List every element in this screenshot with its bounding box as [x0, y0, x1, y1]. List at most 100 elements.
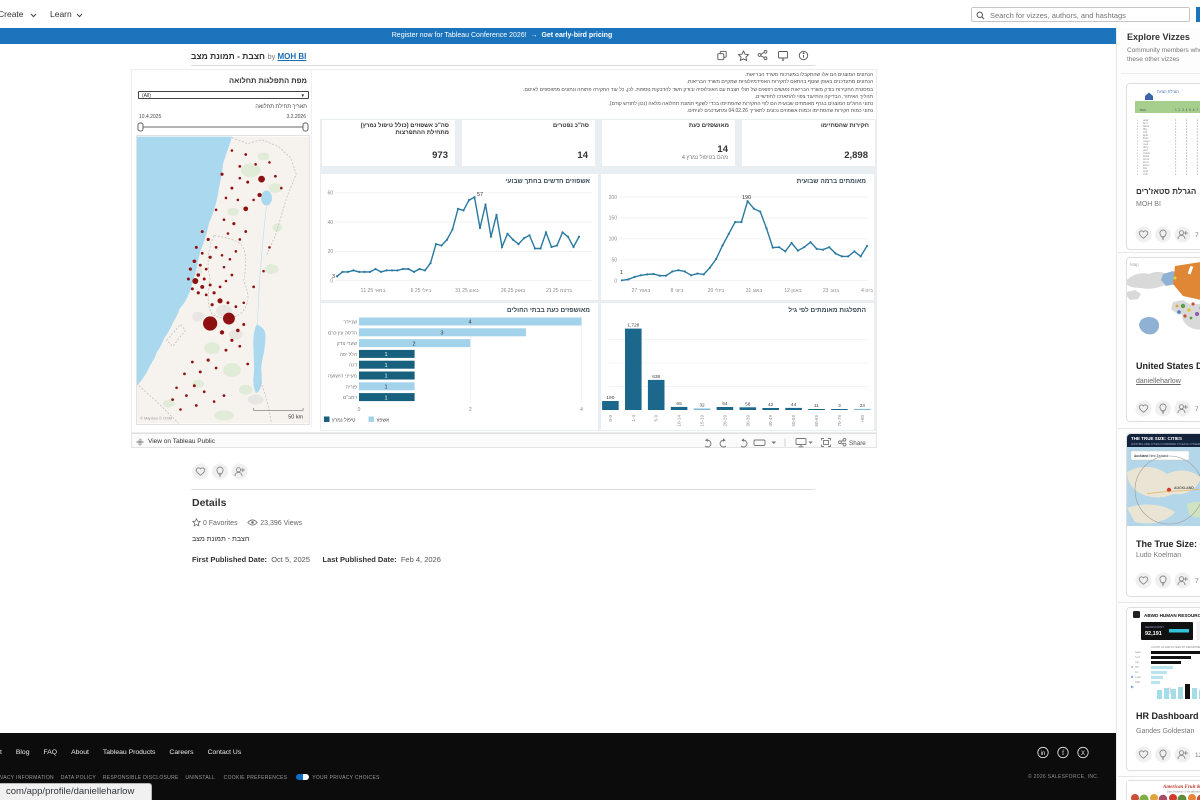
svg-text:6 25 ביולי: 6 25 ביולי: [411, 287, 432, 294]
svg-text:60: 60: [327, 191, 333, 197]
svg-text:0-0: 0-0: [608, 415, 613, 422]
svg-text:שערי צדק: שערי צדק: [337, 341, 358, 347]
svg-text:20-29: 20-29: [722, 415, 727, 427]
svg-text:HOW BIG ARE CITIES COMPARED TO: HOW BIG ARE CITIES COMPARED TO EACH OTHE…: [1131, 442, 1200, 446]
svg-text:1: 1: [384, 374, 387, 380]
svg-text:30-39: 30-39: [745, 415, 750, 427]
svg-text:64: 64: [722, 401, 728, 407]
svg-text:Auckland New Zealand: Auckland New Zealand: [1134, 454, 1168, 458]
svg-text:0: 0: [358, 407, 361, 413]
svg-text:טיפול נמרץ: טיפול נמרץ: [332, 416, 355, 423]
svg-text:1 2 3 4 5 6 7 8 9 10: 1 2 3 4 5 6 7 8 9 10 11 12 13 14 15 16: [1175, 108, 1200, 112]
svg-text:in: in: [1041, 751, 1046, 757]
svg-text:44: 44: [791, 402, 797, 408]
svg-text:1: 1: [384, 395, 387, 401]
svg-text:92,191: 92,191: [1145, 631, 1162, 637]
svg-text:8 ביוני: 8 ביוני: [670, 288, 683, 294]
svg-text:42: 42: [768, 402, 774, 408]
svg-text:100: 100: [609, 237, 618, 243]
svg-text:מעייני הישועה: מעייני הישועה: [328, 374, 358, 380]
svg-text:zivh: zivh: [1143, 172, 1148, 176]
svg-text:1,728: 1,728: [627, 323, 639, 329]
svg-text:AUCKLAND: AUCKLAND: [1174, 486, 1194, 490]
svg-text:Count: Count: [1169, 687, 1172, 694]
svg-text:+80: +80: [860, 415, 865, 423]
svg-text:20 ביולי: 20 ביולי: [708, 287, 725, 294]
svg-text:COUNT OF EMPLOYEES BY DEPARTME: COUNT OF EMPLOYEES BY DEPARTMENT: [1151, 645, 1200, 649]
svg-text:23 בנוב: 23 בנוב: [823, 288, 839, 294]
svg-text:60-69: 60-69: [814, 415, 819, 427]
svg-text:1-4: 1-4: [631, 415, 636, 422]
svg-text:2: 2: [469, 407, 472, 413]
svg-text:4: 4: [468, 320, 471, 326]
svg-text:הגרלת הציות: הגרלת הציות: [1157, 89, 1179, 94]
svg-text:638: 638: [652, 374, 660, 380]
svg-text:10-14: 10-14: [677, 415, 682, 427]
svg-text:3: 3: [838, 403, 841, 409]
svg-text:X: X: [1081, 751, 1085, 757]
svg-text:15-19: 15-19: [700, 415, 705, 427]
svg-text:1: 1: [384, 352, 387, 358]
svg-text:31 25 באוג: 31 25 באוג: [455, 288, 478, 294]
svg-text:1: 1: [620, 270, 623, 276]
svg-text:40: 40: [327, 220, 333, 226]
svg-text:7: 7: [1195, 578, 1199, 585]
svg-text:Data Analytics & Visualization: Data Analytics & Visualization: [1167, 790, 1200, 794]
svg-text:▪: ▪: [1137, 172, 1138, 176]
svg-text:American Fruit & Vegetable: American Fruit & Vegetable: [1162, 785, 1200, 790]
svg-text:Sales: Sales: [1135, 651, 1142, 654]
svg-text:הדסה עין כרם: הדסה עין כרם: [328, 330, 357, 336]
svg-text:58: 58: [745, 401, 751, 407]
svg-text:ABWD HUMAN RESOURCES DASHBOARD: ABWD HUMAN RESOURCES DASHBOARD: [1144, 613, 1200, 618]
svg-text:מוסד: מוסד: [1139, 108, 1146, 112]
svg-text:© Mapbox © OSM: © Mapbox © OSM: [140, 415, 172, 420]
svg-text:70-79: 70-79: [837, 415, 842, 427]
svg-text:Share: Share: [849, 440, 866, 447]
svg-text:רמב"ם: רמב"ם: [343, 395, 357, 401]
svg-text:40-49: 40-49: [768, 415, 773, 427]
svg-text:27 באפר: 27 באפר: [632, 288, 651, 294]
svg-text:65: 65: [676, 401, 682, 407]
svg-text:12 באוק: 12 באוק: [784, 288, 801, 294]
svg-text:5-9: 5-9: [654, 415, 659, 422]
svg-text:7: 7: [1195, 406, 1199, 413]
svg-text:פוריה: פוריה: [346, 384, 357, 390]
svg-text:דנה: דנה: [349, 363, 357, 369]
svg-text:21 25 בדצמ: 21 25 בדצמ: [546, 288, 572, 294]
svg-text:4 בינו: 4 בינו: [861, 288, 873, 294]
svg-text:4: 4: [580, 407, 583, 413]
svg-text:3: 3: [440, 331, 443, 337]
svg-text:200: 200: [609, 195, 618, 201]
svg-text:7: 7: [1195, 232, 1199, 239]
svg-text:190: 190: [742, 195, 751, 201]
svg-text:50-59: 50-59: [791, 415, 796, 427]
svg-text:12: 12: [1195, 752, 1200, 759]
svg-text:f: f: [1062, 749, 1065, 757]
svg-text:1: 1: [384, 385, 387, 391]
svg-text:HEADCOUNT: HEADCOUNT: [1145, 625, 1164, 629]
svg-text:31 באוג: 31 באוג: [746, 288, 763, 294]
svg-text:20: 20: [327, 249, 333, 255]
svg-text:1: 1: [384, 363, 387, 369]
svg-text:150: 150: [609, 216, 618, 222]
svg-text:23: 23: [860, 403, 866, 409]
svg-text:הלל יפה: הלל יפה: [340, 351, 357, 358]
svg-text:שניידר: שניידר: [343, 320, 357, 326]
svg-text:HR: HR: [1135, 666, 1139, 669]
svg-text:Tech: Tech: [1135, 656, 1141, 659]
svg-text:THE TRUE SIZE: CITIES: THE TRUE SIZE: CITIES: [1131, 436, 1182, 441]
svg-text:57: 57: [477, 192, 483, 198]
svg-text:11 25 במאי: 11 25 במאי: [361, 288, 386, 294]
svg-text:0: 0: [614, 279, 617, 285]
svg-text:2: 2: [412, 341, 415, 347]
svg-text:3: 3: [332, 274, 335, 280]
svg-text:R&D: R&D: [1135, 681, 1140, 684]
svg-text:Map: Map: [1130, 262, 1139, 267]
svg-text:11: 11: [814, 403, 819, 409]
svg-text:50: 50: [611, 258, 617, 264]
svg-text:50 km: 50 km: [288, 414, 303, 420]
svg-text:אשפוז: אשפוז: [377, 417, 391, 423]
svg-text:190: 190: [606, 395, 614, 401]
svg-text:32: 32: [699, 403, 705, 409]
svg-text:1 1 1 1 1 1 1 1 1 1 1 1 1 1: 1 1 1 1 1 1 1 1 1 1 1 1 1 1: [1175, 172, 1200, 176]
